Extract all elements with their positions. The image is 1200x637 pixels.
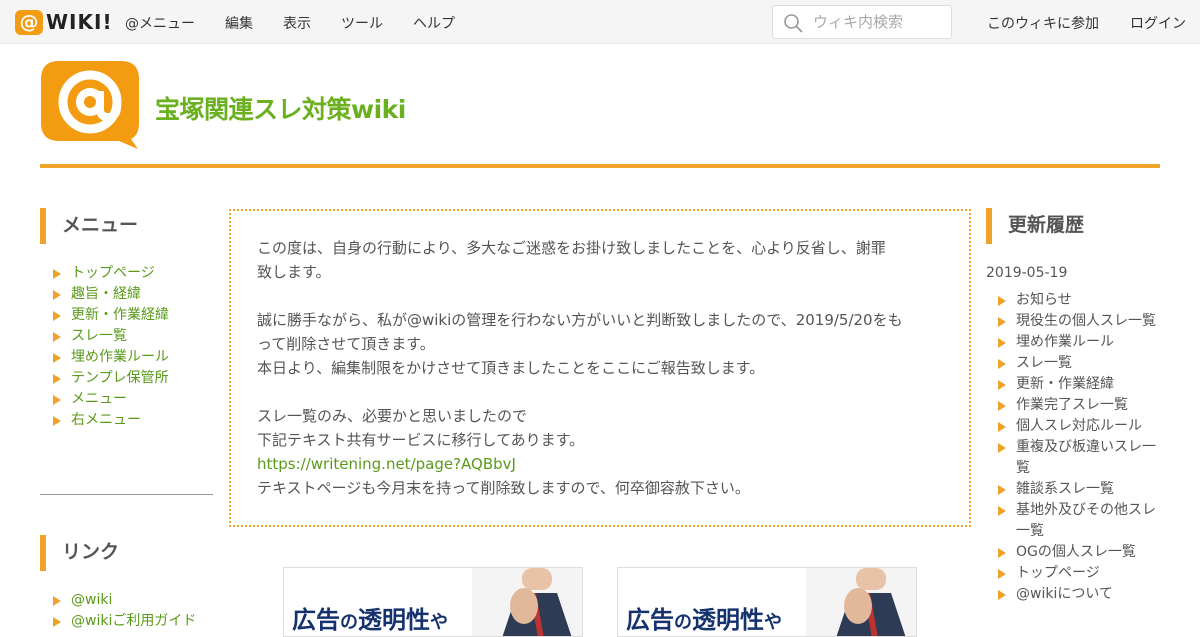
writening-link[interactable]: https://writening.net/page?AQBbvJ [257, 455, 516, 473]
update-date: 2019-05-19 [986, 265, 1068, 281]
left-menu-item[interactable]: トップページ [53, 263, 169, 284]
recent-update-item[interactable]: 個人スレ対応ルール [998, 416, 1158, 437]
links-title: リンク [40, 535, 119, 571]
link-item[interactable]: @wiki [53, 590, 196, 611]
left-menu-item[interactable]: 埋め作業ルール [53, 347, 169, 368]
notice-text: って削除させて頂きます。 [257, 335, 435, 353]
recent-update-item[interactable]: トップページ [998, 563, 1158, 584]
notice-text: 誠に勝手ながら、私が@wikiの管理を行わない方がいいと判断致しましたので、20… [257, 311, 903, 329]
nav-edit[interactable]: 編集 [225, 13, 253, 33]
left-menu-item[interactable]: メニュー [53, 389, 169, 410]
ad-banner[interactable]: 広告の透明性や [617, 567, 917, 637]
recent-update-item[interactable]: 基地外及びその他スレ一覧 [998, 500, 1158, 542]
ad-person-image [472, 568, 582, 636]
nav-help[interactable]: ヘルプ [413, 13, 455, 33]
header-divider [40, 164, 1160, 168]
logo-text: WIKI! [46, 10, 113, 34]
recent-update-item[interactable]: 更新・作業経緯 [998, 374, 1158, 395]
site-logo-icon[interactable] [41, 61, 139, 149]
left-menu-item[interactable]: テンプレ保管所 [53, 368, 169, 389]
recent-update-item[interactable]: OGの個人スレ一覧 [998, 542, 1158, 563]
recent-update-item[interactable]: 雑談系スレ一覧 [998, 479, 1158, 500]
notice-link-line: https://writening.net/page?AQBbvJ [257, 452, 516, 476]
site-title[interactable]: 宝塚関連スレ対策wiki [155, 90, 406, 126]
search-icon[interactable] [783, 13, 803, 33]
left-menu-title: メニュー [40, 208, 138, 244]
search-box [772, 5, 952, 39]
nav-view[interactable]: 表示 [283, 13, 311, 33]
join-wiki-link[interactable]: このウィキに参加 [987, 13, 1099, 33]
recent-update-item[interactable]: 現役生の個人スレ一覧 [998, 311, 1158, 332]
recent-update-item[interactable]: お知らせ [998, 290, 1158, 311]
left-menu-item[interactable]: 右メニュー [53, 410, 169, 431]
notice-text: テキストページも今月末を持って削除致しますので、何卒御容赦下さい。 [257, 479, 750, 497]
left-menu-item[interactable]: スレ一覧 [53, 326, 169, 347]
recent-update-item[interactable]: @wikiについて [998, 584, 1158, 605]
left-menu-list: トップページ 趣旨・経緯 更新・作業経緯 スレ一覧 埋め作業ルール テンプレ保管… [53, 263, 169, 431]
recent-update-item[interactable]: 作業完了スレ一覧 [998, 395, 1158, 416]
notice-text: 致します。 [257, 263, 331, 281]
notice-text: スレ一覧のみ、必要かと思いましたので [257, 407, 528, 425]
top-nav-bar: @ WIKI! @メニュー 編集 表示 ツール ヘルプ このウィキに参加 ログイ… [0, 0, 1200, 44]
nav-tools[interactable]: ツール [341, 13, 383, 33]
left-divider [40, 494, 213, 495]
ad-banner[interactable]: 広告の透明性や [283, 567, 583, 637]
nav-menu[interactable]: @メニュー [125, 13, 195, 33]
left-menu-item[interactable]: 更新・作業経緯 [53, 305, 169, 326]
notice-text: 下記テキスト共有サービスに移行してあります。 [257, 431, 585, 449]
search-input[interactable] [813, 12, 945, 32]
recent-update-item[interactable]: 重複及び板違いスレ一覧 [998, 437, 1158, 479]
notice-text: この度は、自身の行動により、多大なご迷惑をお掛け致しましたことを、心より反省し、… [257, 239, 886, 257]
links-list: @wiki @wikiご利用ガイド [53, 590, 196, 632]
recent-update-item[interactable]: スレ一覧 [998, 353, 1158, 374]
left-menu-item[interactable]: 趣旨・経緯 [53, 284, 169, 305]
link-item[interactable]: @wikiご利用ガイド [53, 611, 196, 632]
at-logo-icon: @ [15, 9, 43, 35]
recent-updates-list: お知らせ 現役生の個人スレ一覧 埋め作業ルール スレ一覧 更新・作業経緯 作業完… [998, 290, 1158, 605]
recent-updates-title: 更新履歴 [986, 208, 1084, 244]
ad-person-image [806, 568, 916, 636]
recent-update-item[interactable]: 埋め作業ルール [998, 332, 1158, 353]
notice-text: 本日より、編集制限をかけさせて頂きましたことをここにご報告致します。 [257, 359, 765, 377]
login-link[interactable]: ログイン [1130, 13, 1186, 33]
atwiki-logo[interactable]: @ WIKI! [15, 9, 113, 35]
notice-box: この度は、自身の行動により、多大なご迷惑をお掛け致しましたことを、心より反省し、… [229, 209, 971, 527]
